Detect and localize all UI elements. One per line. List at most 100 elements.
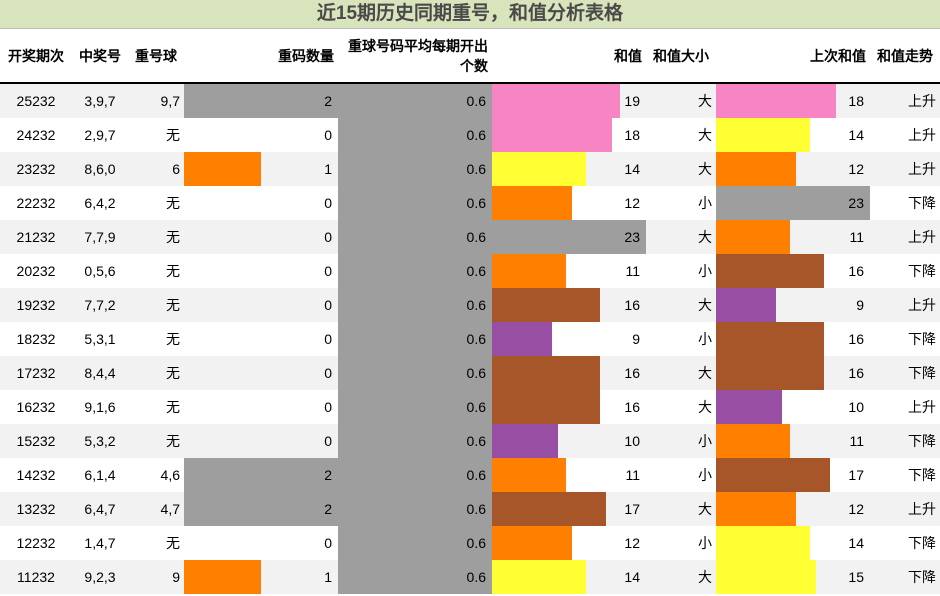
cell-trend: 上升: [908, 127, 936, 143]
header-size[interactable]: 和值大小: [646, 29, 716, 84]
prev-sum-value: 9: [856, 297, 864, 313]
cell-size: 大: [646, 288, 716, 322]
prev-sum-value: 12: [848, 501, 864, 517]
cell-numbers: 6,4,2: [84, 195, 116, 211]
cell-sum: 16: [492, 390, 646, 424]
cell-numbers: 9,1,6: [84, 399, 116, 415]
cell-size: 小: [698, 263, 712, 279]
header-prev-sum[interactable]: 上次和值: [716, 29, 870, 84]
cell-numbers: 7,7,9: [72, 220, 128, 254]
cell-sum: 16: [492, 288, 646, 322]
table-row: 14232 6,1,4 4,6 2 0.6 11 小 17 下降: [0, 458, 940, 492]
header-repeat-count[interactable]: 重码数量: [184, 29, 338, 84]
cell-avg: 0.6: [338, 254, 492, 288]
repeat-count-value: 0: [324, 399, 332, 415]
cell-prev-sum: 17: [716, 458, 870, 492]
sum-value: 12: [624, 535, 640, 551]
header-numbers[interactable]: 中奖号: [72, 29, 128, 84]
sum-value: 18: [624, 127, 640, 143]
repeat-count-value: 0: [324, 433, 332, 449]
sum-value: 23: [624, 229, 640, 245]
header-repeat-ball[interactable]: 重号球: [128, 29, 184, 84]
cell-prev-sum: 11: [716, 220, 870, 254]
cell-repeat-ball: 无: [166, 331, 180, 347]
table-row: 23232 8,6,0 6 1 0.6 14 大 12 上升: [0, 152, 940, 186]
cell-period: 14232: [16, 467, 56, 483]
sum-value: 16: [624, 297, 640, 313]
cell-repeat-count: 0: [184, 322, 338, 356]
cell-trend: 下降: [908, 263, 936, 279]
repeat-count-value: 0: [324, 127, 332, 143]
cell-size: 大: [646, 356, 716, 390]
header-period[interactable]: 开奖期次: [0, 29, 72, 84]
cell-repeat-ball: 无: [166, 127, 180, 143]
cell-sum: 11: [492, 254, 646, 288]
cell-avg: 0.6: [338, 526, 492, 560]
table-row: 13232 6,4,7 4,7 2 0.6 17 大 12 上升: [0, 492, 940, 526]
cell-avg: 0.6: [338, 152, 492, 186]
cell-trend: 上升: [870, 152, 940, 186]
header-trend[interactable]: 和值走势: [870, 29, 940, 84]
cell-numbers: 1,4,7: [84, 535, 116, 551]
cell-trend: 下降: [870, 356, 940, 390]
cell-trend: 下降: [908, 467, 936, 483]
cell-repeat-count: 2: [184, 492, 338, 526]
cell-avg: 0.6: [338, 458, 492, 492]
prev-sum-value: 17: [848, 467, 864, 483]
header-sum[interactable]: 和值: [492, 29, 646, 84]
cell-size: 大: [646, 220, 716, 254]
cell-sum: 12: [492, 526, 646, 560]
cell-trend: 下降: [908, 535, 936, 551]
cell-repeat-count: 2: [184, 458, 338, 492]
table-row: 24232 2,9,7 无 0 0.6 18 大 14 上升: [0, 118, 940, 152]
cell-repeat-count: 2: [184, 83, 338, 118]
cell-size: 大: [646, 492, 716, 526]
prev-sum-value: 15: [848, 569, 864, 585]
cell-repeat-ball: 无: [128, 288, 184, 322]
cell-repeat-ball: 无: [166, 263, 180, 279]
cell-sum: 14: [492, 152, 646, 186]
analysis-table: 开奖期次 中奖号 重号球 重码数量 重球号码平均每期开出个数 和值 和值大小 上…: [0, 29, 940, 594]
table-row: 20232 0,5,6 无 0 0.6 11 小 16 下降: [0, 254, 940, 288]
prev-sum-value: 16: [848, 365, 864, 381]
cell-avg: 0.6: [338, 118, 492, 152]
cell-sum: 23: [492, 220, 646, 254]
cell-numbers: 0,5,6: [84, 263, 116, 279]
cell-numbers: 6,1,4: [84, 467, 116, 483]
page-title: 近15期历史同期重号，和值分析表格: [0, 0, 940, 29]
cell-period: 21232: [0, 220, 72, 254]
cell-period: 19232: [0, 288, 72, 322]
sum-value: 16: [624, 365, 640, 381]
cell-avg: 0.6: [338, 288, 492, 322]
cell-prev-sum: 16: [716, 322, 870, 356]
prev-sum-value: 12: [848, 161, 864, 177]
cell-numbers: 9,2,3: [72, 560, 128, 594]
cell-trend: 下降: [870, 424, 940, 458]
prev-sum-value: 23: [848, 195, 864, 211]
cell-size: 大: [646, 152, 716, 186]
cell-trend: 上升: [870, 492, 940, 526]
cell-size: 小: [698, 535, 712, 551]
cell-prev-sum: 12: [716, 492, 870, 526]
cell-repeat-count: 0: [184, 288, 338, 322]
sum-value: 14: [624, 161, 640, 177]
repeat-count-value: 2: [324, 501, 332, 517]
cell-period: 24232: [16, 127, 56, 143]
cell-repeat-ball: 无: [128, 356, 184, 390]
cell-numbers: 6,4,7: [72, 492, 128, 526]
cell-period: 16232: [16, 399, 56, 415]
cell-trend: 上升: [870, 220, 940, 254]
cell-trend: 上升: [908, 399, 936, 415]
cell-repeat-count: 0: [184, 254, 338, 288]
cell-period: 25232: [0, 83, 72, 118]
repeat-count-value: 0: [324, 195, 332, 211]
cell-repeat-count: 0: [184, 356, 338, 390]
cell-prev-sum: 18: [716, 83, 870, 118]
cell-avg: 0.6: [338, 83, 492, 118]
repeat-count-value: 1: [324, 161, 332, 177]
table-row: 18232 5,3,1 无 0 0.6 9 小 16 下降: [0, 322, 940, 356]
cell-avg: 0.6: [338, 186, 492, 220]
sum-value: 11: [625, 263, 640, 279]
cell-sum: 10: [492, 424, 646, 458]
header-avg[interactable]: 重球号码平均每期开出个数: [338, 29, 492, 84]
